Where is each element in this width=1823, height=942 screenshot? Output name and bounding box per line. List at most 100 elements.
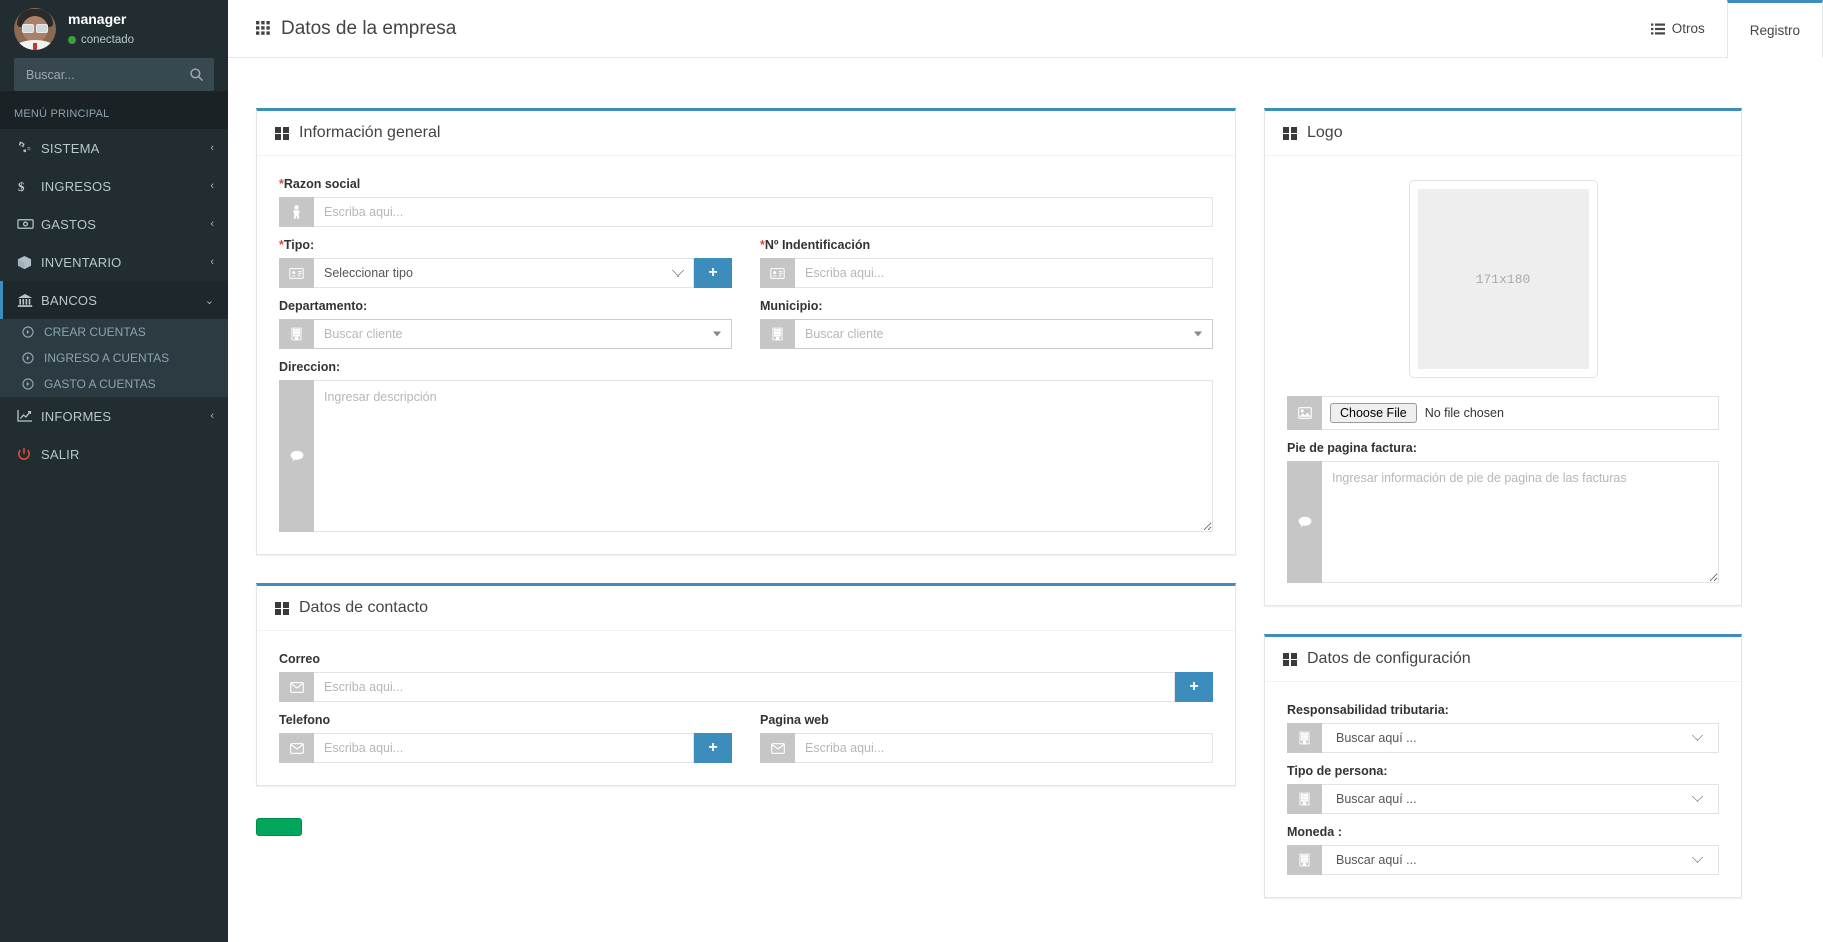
- razon-social-input[interactable]: [314, 197, 1213, 227]
- panel-body: 171x180 Choose File: [1265, 156, 1741, 605]
- sidebar-subitem-label: GASTO A CUENTAS: [44, 377, 156, 391]
- field-municipio: Buscar cliente: [760, 319, 1213, 349]
- file-name-label: No file chosen: [1425, 406, 1504, 420]
- panel-header: Datos de configuración: [1265, 637, 1741, 682]
- label-departamento: Departamento:: [279, 299, 732, 313]
- field-pie-pagina: [1287, 461, 1719, 583]
- tab-registro[interactable]: Registro: [1727, 0, 1823, 58]
- image-icon: [1287, 396, 1322, 430]
- caret-down-icon: [713, 332, 721, 337]
- tab-otros-label: Otros: [1672, 21, 1705, 36]
- pie-pagina-textarea[interactable]: [1322, 461, 1719, 583]
- circle-arrow-right-icon: [22, 352, 34, 364]
- circle-arrow-right-icon: [22, 326, 34, 338]
- panel-body: Correo + Telefono: [257, 631, 1235, 785]
- sidebar-item-gasto-a-cuentas[interactable]: GASTO A CUENTAS: [0, 371, 228, 397]
- col-pagina-web: Pagina web: [760, 702, 1213, 763]
- sidebar-item-crear-cuentas[interactable]: CREAR CUENTAS: [0, 319, 228, 345]
- search-input[interactable]: [24, 67, 189, 83]
- sidebar-item-sistema[interactable]: SISTEMA ‹: [0, 129, 228, 167]
- topbar: Datos de la empresa Otros Registro: [228, 0, 1823, 58]
- envelope-icon: [279, 733, 314, 763]
- direccion-textarea[interactable]: [314, 380, 1213, 532]
- correo-input[interactable]: [314, 672, 1175, 702]
- power-off-icon: [17, 447, 41, 462]
- choose-file-button[interactable]: Choose File: [1330, 403, 1417, 423]
- moneda-select[interactable]: Buscar aquí ...: [1322, 845, 1719, 875]
- row-telefono-web: Telefono +: [279, 702, 1213, 763]
- add-telefono-button[interactable]: +: [694, 733, 732, 763]
- panel-title: Datos de contacto: [299, 599, 428, 617]
- sidebar-item-ingresos[interactable]: $ INGRESOS ‹: [0, 167, 228, 205]
- content-area: Información general *Razon social: [228, 58, 1823, 942]
- logo-placeholder: 171x180: [1418, 189, 1589, 369]
- id-card-icon: [760, 258, 795, 288]
- main-area: Datos de la empresa Otros Registro: [228, 0, 1823, 942]
- panel-header: Datos de contacto: [257, 586, 1235, 631]
- label-responsabilidad-tributaria: Responsabilidad tributaria:: [1287, 703, 1719, 717]
- sidebar-item-bancos[interactable]: BANCOS ⌄: [0, 281, 228, 319]
- envelope-icon: [279, 672, 314, 702]
- comment-icon: [279, 380, 314, 532]
- sidebar-item-inventario[interactable]: INVENTARIO ‹: [0, 243, 228, 281]
- user-name: manager: [68, 10, 134, 29]
- sidebar-menu: SISTEMA ‹ $ INGRESOS ‹ GASTOS ‹: [0, 129, 228, 473]
- field-responsabilidad-tributaria: Buscar aquí ...: [1287, 723, 1719, 753]
- user-panel: manager conectado: [0, 0, 228, 58]
- save-button[interactable]: [256, 818, 302, 836]
- building-icon: [1287, 784, 1322, 814]
- label-tipo-persona: Tipo de persona:: [1287, 764, 1719, 778]
- panel-datos-configuracion: Datos de configuración Responsabilidad t…: [1264, 634, 1742, 898]
- chevron-down-icon: ⌄: [205, 294, 214, 307]
- chart-line-icon: [17, 409, 41, 423]
- sidebar-item-label: SISTEMA: [41, 141, 210, 156]
- four-squares-icon: [275, 602, 290, 615]
- page-title-text: Datos de la empresa: [281, 18, 456, 40]
- col-telefono: Telefono +: [279, 702, 732, 763]
- responsabilidad-tributaria-select[interactable]: Buscar aquí ...: [1322, 723, 1719, 753]
- sidebar-item-salir[interactable]: SALIR: [0, 435, 228, 473]
- row-departamento-municipio: Departamento:: [279, 288, 1213, 349]
- caret-down-icon: [1194, 332, 1202, 337]
- panel-body: *Razon social *Tipo:: [257, 156, 1235, 554]
- user-status-label: conectado: [81, 33, 134, 49]
- col-departamento: Departamento:: [279, 288, 732, 349]
- chevron-left-icon: ‹: [210, 410, 214, 422]
- sidebar-item-informes[interactable]: INFORMES ‹: [0, 397, 228, 435]
- label-telefono: Telefono: [279, 713, 732, 727]
- logo-file-input[interactable]: Choose File No file chosen: [1322, 396, 1719, 430]
- tab-otros[interactable]: Otros: [1628, 0, 1727, 57]
- col-identificacion: *Nº Indentificación: [760, 227, 1213, 288]
- add-tipo-button[interactable]: +: [694, 258, 732, 288]
- identificacion-input[interactable]: [795, 258, 1213, 288]
- logo-preview-wrap: 171x180: [1287, 166, 1719, 396]
- add-correo-button[interactable]: +: [1175, 672, 1213, 702]
- sidebar-item-label: INFORMES: [41, 409, 210, 424]
- online-dot-icon: [68, 36, 76, 44]
- chevron-left-icon: ‹: [210, 142, 214, 154]
- label-municipio: Municipio:: [760, 299, 1213, 313]
- topnav: Otros Registro: [1628, 0, 1823, 57]
- label-tipo: *Tipo:: [279, 238, 732, 252]
- tipo-persona-select[interactable]: Buscar aquí ...: [1322, 784, 1719, 814]
- bank-icon: [17, 293, 41, 308]
- field-tipo: Seleccionar tipo +: [279, 258, 732, 288]
- departamento-select[interactable]: Buscar cliente: [314, 319, 732, 349]
- field-tipo-persona: Buscar aquí ...: [1287, 784, 1719, 814]
- col-municipio: Municipio:: [760, 288, 1213, 349]
- field-identificacion: [760, 258, 1213, 288]
- sidebar-item-ingreso-a-cuentas[interactable]: INGRESO A CUENTAS: [0, 345, 228, 371]
- municipio-placeholder: Buscar cliente: [805, 327, 884, 341]
- cube-icon: [17, 255, 41, 270]
- left-column: Información general *Razon social: [256, 108, 1236, 836]
- tipo-select[interactable]: Seleccionar tipo: [314, 258, 694, 288]
- search-icon[interactable]: [189, 67, 204, 82]
- label-pie-pagina: Pie de pagina factura:: [1287, 441, 1719, 455]
- sidebar-search: [0, 58, 228, 91]
- municipio-select[interactable]: Buscar cliente: [795, 319, 1213, 349]
- pagina-web-input[interactable]: [795, 733, 1213, 763]
- label-direccion: Direccion:: [279, 360, 1213, 374]
- telefono-input[interactable]: [314, 733, 694, 763]
- sidebar: manager conectado MENÚ PRINCIPAL: [0, 0, 228, 942]
- sidebar-item-gastos[interactable]: GASTOS ‹: [0, 205, 228, 243]
